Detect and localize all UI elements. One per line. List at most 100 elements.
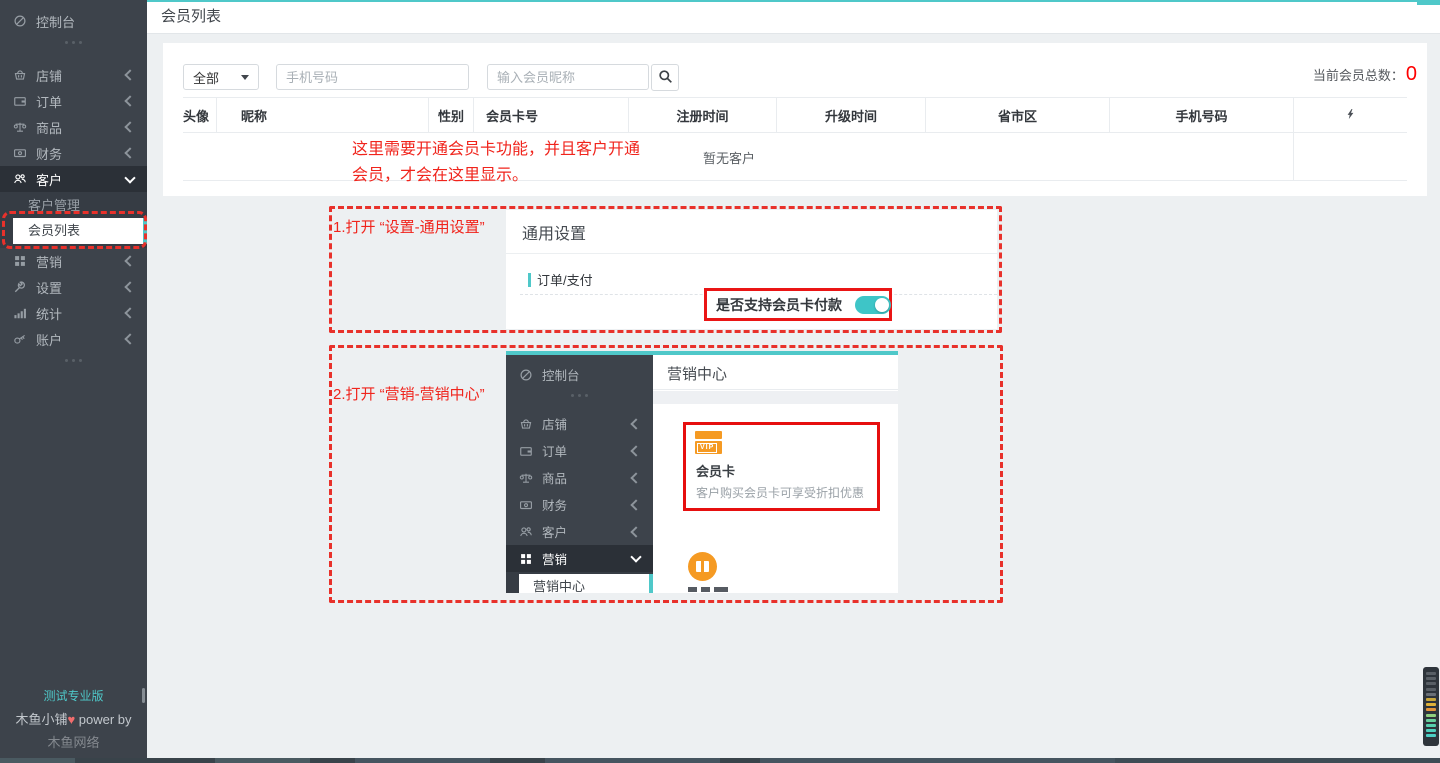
sidebar-item-customers[interactable]: 客户: [0, 166, 147, 192]
search-icon: [658, 69, 673, 87]
nav-divider-dots: [506, 388, 653, 402]
nav-label: 账户: [36, 330, 62, 349]
sidebar-item-finance[interactable]: 财务: [0, 140, 147, 166]
column-divider: [1293, 133, 1294, 180]
page-header: 会员列表: [147, 0, 1440, 34]
customers-icon: [13, 172, 27, 186]
products-icon: [519, 471, 533, 485]
dashboard-icon: [519, 368, 533, 382]
section-title-text: 订单/支付: [537, 270, 593, 289]
store-icon: [519, 417, 533, 431]
nav-label: 控制台: [542, 365, 580, 384]
annotation-note-line1: 这里需要开通会员卡功能，并且客户开通: [352, 137, 640, 163]
chevron-left-icon: [630, 418, 641, 429]
finance-icon: [519, 498, 533, 512]
edition-label: 测试专业版: [0, 687, 147, 704]
sidebar-item-products[interactable]: 商品: [0, 114, 147, 140]
nav-label: 商品: [542, 468, 567, 487]
sidebar-item-marketing[interactable]: 营销: [0, 248, 147, 274]
member-total: 当前会员总数：0: [1313, 63, 1417, 86]
lightning-icon: [1345, 107, 1356, 124]
column-header-6: 升级时间: [776, 98, 925, 132]
chevron-left-icon: [124, 281, 135, 292]
sidebar-item-customers: 客户: [506, 518, 653, 545]
stats-icon: [13, 306, 27, 320]
vip-card-title: 会员卡: [696, 461, 735, 480]
search-button[interactable]: [651, 64, 679, 91]
store-icon: [13, 68, 27, 82]
sidebar-item-orders[interactable]: 订单: [0, 88, 147, 114]
chevron-left-icon: [630, 499, 641, 510]
sidebar-item-dashboard[interactable]: 控制台: [0, 8, 147, 34]
sidebar-footer: 测试专业版 木鱼小铺♥ power by 木鱼网络: [0, 687, 147, 751]
column-header-label: 头像: [183, 106, 209, 125]
power-by-line: 木鱼小铺♥ power by: [0, 709, 147, 728]
annotation-box-step1: 1.打开 “设置-通用设置” 通用设置 订单/支付 是否支持会员卡付款: [329, 206, 1002, 333]
account-icon: [13, 332, 27, 346]
vip-card-top-band: [695, 431, 722, 439]
marketing-center-screenshot: 控制台店铺订单商品财务客户营销营销中心 营销中心 VIP 会员卡 客户购买会员卡…: [506, 351, 898, 593]
sidebar-submenu: 营销中心: [506, 572, 653, 593]
sidebar-subitem-marketing-center: 营销中心: [519, 574, 653, 593]
nav-label: 统计: [36, 304, 62, 323]
vip-card-desc: 客户购买会员卡可享受折扣优惠: [696, 484, 864, 501]
sidebar-item-products: 商品: [506, 464, 653, 491]
chevron-down-icon: [124, 172, 135, 183]
chevron-left-icon: [124, 147, 135, 158]
sidebar-item-finance: 财务: [506, 491, 653, 518]
toggle-knob: [875, 298, 889, 312]
points-mall-icon: [688, 552, 717, 581]
column-header-7: 省市区: [925, 98, 1109, 132]
chevron-left-icon: [124, 255, 135, 266]
progress-bar-block: [1417, 0, 1440, 5]
column-header-4: 会员卡号: [473, 98, 628, 132]
sidebar-item-store: 店铺: [506, 410, 653, 437]
customers-icon: [519, 525, 533, 539]
member-card-payment-toggle: [855, 296, 891, 314]
taskbar-strip: [0, 758, 1440, 763]
member-total-label: 当前会员总数：: [1313, 65, 1404, 84]
column-header-3: 性别: [428, 98, 473, 132]
sidebar-item-dashboard: 控制台: [506, 361, 653, 388]
chevron-left-icon: [124, 95, 135, 106]
member-type-select[interactable]: 全部: [183, 64, 259, 90]
nickname-input[interactable]: [487, 64, 649, 90]
order-payment-section-title: 订单/支付: [528, 270, 593, 289]
annotation-box-step2: 2.打开 “营销-营销中心” 控制台店铺订单商品财务客户营销营销中心 营销中心 …: [329, 345, 1003, 603]
column-header-actions: [1293, 98, 1407, 132]
nav-label: 营销: [542, 549, 567, 568]
scroll-minimap[interactable]: [1423, 667, 1439, 746]
column-header-label: 省市区: [998, 106, 1037, 125]
phone-input[interactable]: [276, 64, 469, 90]
nav-label: 商品: [36, 118, 62, 137]
general-settings-panel: 通用设置 订单/支付 是否支持会员卡付款: [506, 210, 997, 329]
nav-label: 营销: [36, 252, 62, 271]
vip-badge-text: VIP: [697, 443, 717, 453]
orders-icon: [13, 94, 27, 108]
sidebar-item-account[interactable]: 账户: [0, 326, 147, 352]
mini-marketing-panel: 营销中心 VIP 会员卡 客户购买会员卡可享受折扣优惠: [653, 355, 898, 593]
annotation-note: 这里需要开通会员卡功能，并且客户开通 会员，才会在这里显示。: [352, 137, 640, 189]
marketing-icon: [519, 552, 533, 566]
general-settings-title: 通用设置: [522, 220, 586, 244]
column-header-2: 昵称: [216, 98, 428, 132]
caret-down-icon: [241, 75, 249, 80]
sidebar-item-settings[interactable]: 设置: [0, 274, 147, 300]
chevron-left-icon: [630, 472, 641, 483]
nav-label: 订单: [542, 441, 567, 460]
sidebar-item-marketing: 营销: [506, 545, 653, 572]
column-header-label: 昵称: [241, 106, 267, 125]
annotation-note-line2: 会员，才会在这里显示。: [352, 163, 640, 189]
select-value: 全部: [193, 68, 219, 87]
divider: [653, 389, 898, 390]
sidebar: 控制台店铺订单商品财务客户客户管理会员列表营销设置统计账户 测试专业版 木鱼小铺…: [0, 0, 147, 763]
divider: [506, 253, 997, 254]
sidebar-item-store[interactable]: 店铺: [0, 62, 147, 88]
nav-divider-dots: [0, 352, 147, 368]
chevron-left-icon: [124, 121, 135, 132]
nav-label: 客户: [542, 522, 567, 541]
chevron-down-icon: [630, 551, 641, 562]
chevron-left-icon: [124, 333, 135, 344]
dashboard-icon: [13, 14, 27, 28]
sidebar-item-stats[interactable]: 统计: [0, 300, 147, 326]
